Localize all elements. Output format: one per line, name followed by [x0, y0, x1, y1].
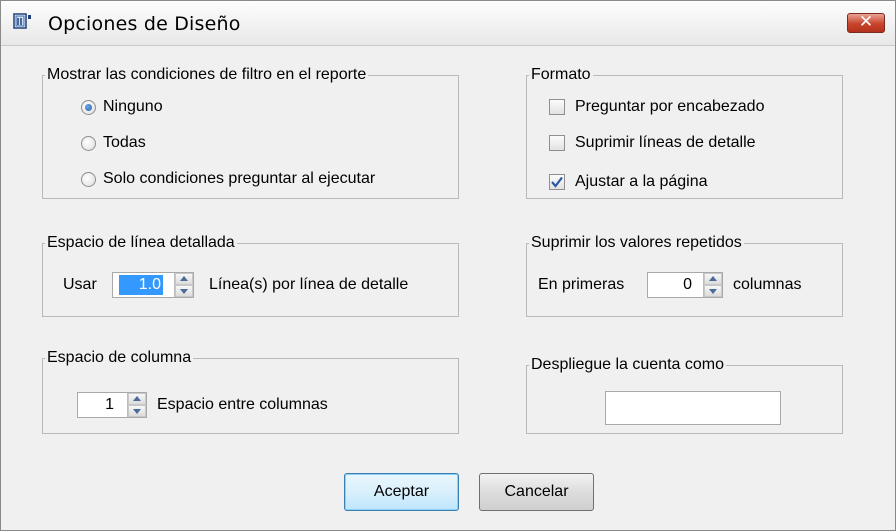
- line-spacing-down-button[interactable]: [175, 285, 193, 297]
- suppress-prefix: En primeras: [538, 276, 625, 293]
- arrow-up-icon: [709, 276, 717, 281]
- column-spacing-stepper[interactable]: 1: [77, 392, 147, 418]
- suppress-suffix: columnas: [733, 276, 802, 293]
- arrow-up-icon: [180, 276, 188, 281]
- format-label: Formato: [529, 65, 593, 85]
- line-spacing-up-button[interactable]: [175, 273, 193, 285]
- radio-ninguno-label: Ninguno: [103, 98, 163, 115]
- radio-todas-label: Todas: [103, 134, 146, 151]
- cancel-button[interactable]: Cancelar: [479, 473, 594, 511]
- dialog-window: Opciones de Diseño ✕ Mostrar las condici…: [0, 0, 896, 531]
- accept-button[interactable]: Aceptar: [344, 473, 459, 511]
- radio-solo-condiciones-button[interactable]: [81, 172, 96, 187]
- close-icon: ✕: [858, 12, 874, 32]
- line-spacing-label: Espacio de línea detallada: [45, 233, 237, 253]
- radio-solo-condiciones-label: Solo condiciones preguntar al ejecutar: [103, 170, 376, 187]
- column-spacing-label: Espacio de columna: [45, 348, 194, 368]
- checkbox-suprimir-lineas-box[interactable]: [549, 135, 565, 151]
- column-spacing-value[interactable]: 1: [80, 395, 114, 415]
- column-spacing-up-button[interactable]: [128, 393, 146, 405]
- arrow-down-icon: [180, 289, 188, 294]
- radio-todas-button[interactable]: [81, 136, 96, 151]
- suppress-columns-stepper[interactable]: 0: [647, 272, 723, 298]
- filter-conditions-label: Mostrar las condiciones de filtro en el …: [45, 65, 369, 85]
- checkbox-preguntar-encabezado-box[interactable]: [549, 99, 565, 115]
- checkbox-preguntar-encabezado-label: Preguntar por encabezado: [575, 98, 765, 115]
- suppress-repeated-label: Suprimir los valores repetidos: [529, 233, 744, 253]
- count-display-label: Despliegue la cuenta como: [529, 355, 727, 375]
- suppress-columns-value[interactable]: 0: [652, 275, 692, 295]
- column-spacing-suffix: Espacio entre columnas: [157, 396, 328, 413]
- suppress-spin-buttons[interactable]: [703, 273, 722, 297]
- checkbox-suprimir-lineas-label: Suprimir líneas de detalle: [575, 134, 756, 151]
- report-window-icon: [13, 13, 33, 33]
- checkbox-ajustar-pagina-label: Ajustar a la página: [575, 173, 708, 190]
- radio-selected-dot: [85, 104, 92, 111]
- line-spacing-value[interactable]: 1.0: [119, 275, 163, 295]
- title-bar[interactable]: Opciones de Diseño ✕: [1, 1, 895, 46]
- radio-ninguno-button[interactable]: [81, 100, 96, 115]
- window-title: Opciones de Diseño: [48, 13, 241, 35]
- checkbox-ajustar-pagina-box[interactable]: [549, 174, 565, 190]
- line-spacing-stepper[interactable]: 1.0: [112, 272, 194, 298]
- line-spacing-suffix: Línea(s) por línea de detalle: [209, 276, 409, 293]
- arrow-down-icon: [709, 289, 717, 294]
- close-button[interactable]: ✕: [847, 12, 885, 33]
- arrow-up-icon: [133, 396, 141, 401]
- suppress-up-button[interactable]: [704, 273, 722, 285]
- column-spacing-down-button[interactable]: [128, 405, 146, 417]
- count-display-input[interactable]: [605, 391, 781, 425]
- line-spacing-prefix: Usar: [63, 276, 97, 293]
- suppress-down-button[interactable]: [704, 285, 722, 297]
- line-spacing-spin-buttons[interactable]: [174, 273, 193, 297]
- arrow-down-icon: [133, 409, 141, 414]
- checkmark-icon: [551, 176, 563, 188]
- column-spacing-spin-buttons[interactable]: [127, 393, 146, 417]
